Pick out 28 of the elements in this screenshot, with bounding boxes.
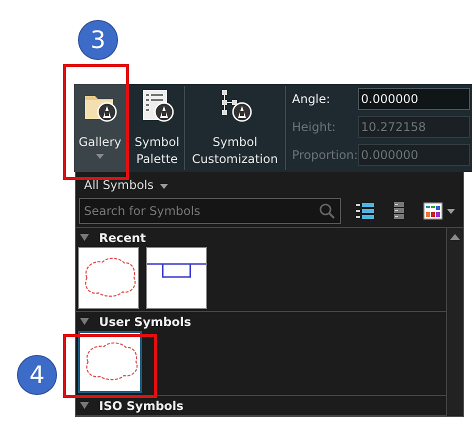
- scroll-bar[interactable]: [446, 228, 463, 416]
- field-label: Height:: [292, 120, 337, 134]
- filter-dropdown[interactable]: All Symbols: [84, 178, 168, 192]
- collapse-icon[interactable]: [80, 234, 89, 241]
- caret-icon: [447, 208, 455, 214]
- list-icon: [140, 88, 174, 124]
- input-field[interactable]: 0.000000: [358, 88, 470, 110]
- palette-button[interactable]: Symbol Palette: [126, 84, 184, 172]
- custom-button[interactable]: Symbol Customization: [185, 84, 285, 172]
- section-title: ISO Symbols: [99, 398, 184, 412]
- step-number: 4: [17, 355, 57, 395]
- collapse-icon[interactable]: [80, 318, 89, 325]
- collapse-icon[interactable]: [80, 402, 89, 409]
- field-label: Proportion:: [292, 148, 358, 162]
- caret-icon: [160, 184, 168, 189]
- scroll-up-icon: [450, 234, 460, 240]
- tile-view-icon[interactable]: [423, 201, 443, 221]
- step-number: 3: [78, 20, 118, 60]
- section-title: Recent: [99, 230, 146, 244]
- search-field[interactable]: Search for Symbols: [79, 198, 341, 224]
- section-title: User Symbols: [99, 314, 192, 328]
- field-label: Angle:: [292, 92, 332, 106]
- list-view-icon[interactable]: [355, 201, 375, 221]
- symbol-thumbnail[interactable]: [78, 247, 139, 309]
- search-icon: [319, 203, 335, 219]
- symbol-thumbnail[interactable]: [146, 247, 207, 309]
- gallery-button[interactable]: Gallery: [74, 84, 126, 172]
- symbol-thumbnail[interactable]: [78, 331, 142, 393]
